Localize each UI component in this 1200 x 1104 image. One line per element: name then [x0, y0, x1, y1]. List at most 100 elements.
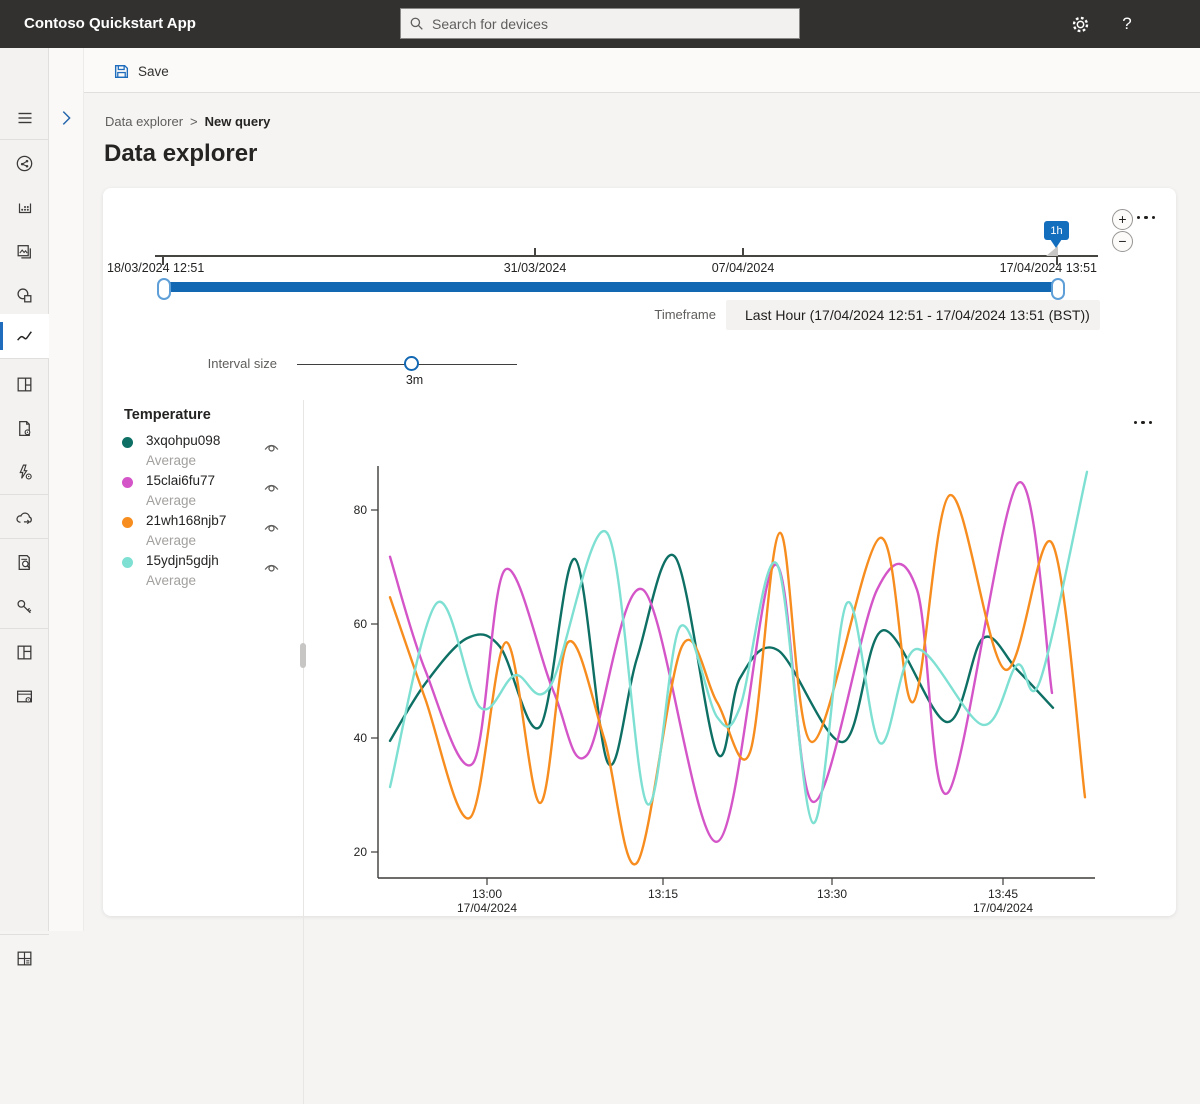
- series-aggregation: Average: [146, 453, 197, 468]
- expand-sidebar-button[interactable]: [59, 108, 73, 133]
- svg-text:40: 40: [354, 731, 368, 745]
- zoom-out-button[interactable]: −: [1112, 231, 1133, 252]
- legend-title: Temperature: [124, 407, 211, 423]
- breadcrumb: Data explorer > New query: [105, 114, 270, 129]
- eye-icon: [264, 524, 279, 532]
- range-handle-right[interactable]: [1051, 278, 1065, 300]
- audit-logs-icon: [18, 554, 31, 570]
- application-icon: [17, 690, 32, 703]
- sidebar-item-dashboards[interactable]: [0, 362, 49, 406]
- timeframe-pin-stem: [1050, 239, 1062, 248]
- app-management-icon: [17, 951, 32, 965]
- interval-value: 3m: [405, 373, 424, 387]
- sidebar-item-devices[interactable]: [0, 185, 49, 229]
- jobs-icon: [19, 420, 31, 436]
- data-export-icon: [15, 512, 32, 524]
- sidebar-item-audit-logs[interactable]: [0, 540, 49, 584]
- chart-more-options-icon[interactable]: [1134, 421, 1153, 425]
- nav-expander-column: [49, 48, 84, 931]
- menu-icon: [18, 112, 31, 124]
- devices-icon: [18, 203, 31, 214]
- legend-item[interactable]: 21wh168njb7 Average: [113, 513, 295, 553]
- legend-item[interactable]: 3xqohpu098 Average: [113, 433, 295, 473]
- sidebar-item-data-explorer[interactable]: [0, 314, 49, 358]
- svg-text:13:45: 13:45: [988, 887, 1018, 901]
- breadcrumb-parent[interactable]: Data explorer: [105, 114, 183, 129]
- sidebar-item-rules[interactable]: [0, 450, 49, 494]
- series-name: 15clai6fu77: [146, 473, 216, 488]
- temperature-chart[interactable]: 2040608013:0017/04/202413:15 13:30 13:4517…: [340, 450, 1110, 925]
- sidebar-item-permissions[interactable]: [0, 584, 49, 628]
- series-color-dot: [122, 477, 133, 488]
- breadcrumb-separator: >: [190, 114, 198, 129]
- connect-icon: [16, 155, 33, 171]
- sidebar-item-application[interactable]: [0, 674, 49, 718]
- gear-icon: [1072, 16, 1088, 32]
- timeframe-field[interactable]: Last Hour (17/04/2024 12:51 - 17/04/2024…: [726, 300, 1100, 330]
- settings-button[interactable]: [1061, 0, 1099, 48]
- range-handle-left[interactable]: [157, 278, 171, 300]
- device-search[interactable]: [400, 8, 800, 39]
- sidebar-item-connect[interactable]: [0, 141, 49, 185]
- toggle-visibility-button[interactable]: [263, 440, 280, 458]
- sidebar-item-data-export[interactable]: [0, 496, 49, 540]
- sidebar-item-device-templates[interactable]: [0, 273, 49, 317]
- help-button[interactable]: ?: [1108, 0, 1146, 48]
- timeline-tick-label-1: 31/03/2024: [503, 261, 567, 275]
- legend-item[interactable]: 15ydjn5gdjh Average: [113, 553, 295, 593]
- legend-divider: [303, 400, 304, 1104]
- series-name: 3xqohpu098: [146, 433, 221, 448]
- page-title: Data explorer: [104, 140, 258, 167]
- toggle-visibility-button[interactable]: [263, 480, 280, 498]
- eye-icon: [264, 564, 279, 572]
- toggle-visibility-button[interactable]: [263, 560, 280, 578]
- timeframe-label: Timeframe: [654, 307, 716, 322]
- sidebar-item-device-groups[interactable]: [0, 229, 49, 273]
- save-label: Save: [138, 63, 169, 79]
- toggle-visibility-button[interactable]: [263, 520, 280, 538]
- sidebar-item-customization[interactable]: [0, 630, 49, 674]
- timeline-end-label: 17/04/2024 13:51: [999, 261, 1097, 275]
- svg-text:13:30: 13:30: [817, 887, 847, 901]
- app-title: Contoso Quickstart App: [24, 15, 196, 32]
- left-nav-rail: [0, 48, 49, 965]
- command-bar: Save: [84, 48, 1200, 93]
- eye-icon: [264, 484, 279, 492]
- customization-icon: [17, 645, 32, 659]
- sidebar-item-app-management[interactable]: [0, 936, 49, 980]
- series-aggregation: Average: [146, 573, 197, 588]
- timeline-start-label: 18/03/2024 12:51: [107, 261, 205, 275]
- legend-scrollbar[interactable]: [300, 643, 306, 668]
- interval-slider-handle[interactable]: [404, 356, 419, 371]
- timeline-more-options-icon[interactable]: [1137, 216, 1156, 220]
- svg-text:20: 20: [354, 845, 368, 859]
- interval-size-label: Interval size: [207, 356, 277, 371]
- top-bar: Contoso Quickstart App ?: [0, 0, 1200, 48]
- save-button[interactable]: Save: [105, 57, 177, 85]
- device-groups-icon: [17, 244, 31, 258]
- svg-text:17/04/2024: 17/04/2024: [457, 901, 517, 915]
- nav-menu-toggle[interactable]: [0, 96, 49, 140]
- data-explorer-icon: [17, 330, 32, 341]
- series-aggregation: Average: [146, 533, 197, 548]
- minus-icon: −: [1118, 233, 1127, 249]
- timeframe-pin-label: 1h: [1050, 224, 1063, 237]
- sidebar-item-jobs[interactable]: [0, 406, 49, 450]
- device-templates-icon: [17, 287, 32, 302]
- legend-item[interactable]: 15clai6fu77 Average: [113, 473, 295, 513]
- series-color-dot: [122, 437, 133, 448]
- timeline-range-track[interactable]: [163, 282, 1062, 292]
- search-input[interactable]: [432, 15, 791, 32]
- search-icon: [410, 17, 423, 30]
- series-name: 15ydjn5gdjh: [146, 553, 219, 568]
- svg-text:17/04/2024: 17/04/2024: [973, 901, 1033, 915]
- dashboards-icon: [17, 377, 32, 391]
- series-color-dot: [122, 517, 133, 528]
- breadcrumb-current: New query: [204, 114, 271, 129]
- chevron-right-icon: [62, 111, 71, 125]
- svg-text:80: 80: [354, 503, 368, 517]
- series-aggregation: Average: [146, 493, 197, 508]
- timeframe-pin[interactable]: 1h: [1044, 221, 1069, 240]
- svg-text:13:15: 13:15: [648, 887, 678, 901]
- zoom-in-button[interactable]: +: [1112, 209, 1133, 230]
